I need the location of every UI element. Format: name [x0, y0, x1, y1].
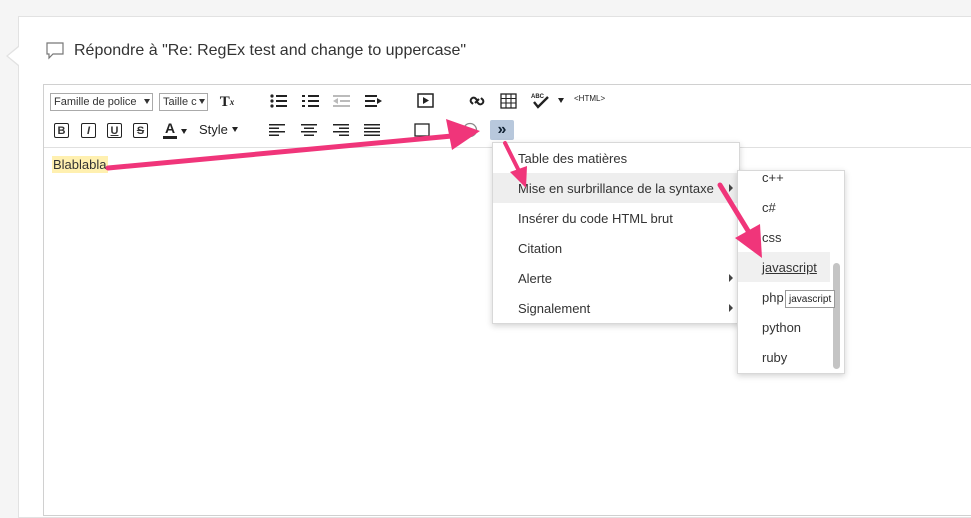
align-left-icon[interactable]	[269, 124, 285, 136]
text-color-swatch	[163, 136, 177, 139]
menu-item-table-of-contents[interactable]: Table des matières	[493, 143, 739, 173]
style-dropdown[interactable]: Style	[199, 122, 238, 137]
clear-format-button[interactable]: Tx	[218, 93, 236, 111]
style-label: Style	[199, 122, 228, 137]
chevron-right-icon	[729, 184, 733, 192]
insert-video-icon[interactable]	[417, 93, 434, 108]
language-label: python	[762, 319, 802, 335]
menu-item-label: Signalement	[518, 300, 591, 316]
chevron-right-icon	[729, 274, 733, 282]
italic-button[interactable]: I	[81, 123, 96, 138]
card-notch-inner	[8, 47, 19, 65]
align-right-icon[interactable]	[333, 124, 349, 136]
emoji-icon[interactable]	[462, 122, 478, 138]
font-family-label: Famille de police	[54, 96, 137, 108]
font-size-label: Taille c	[163, 96, 197, 108]
bullet-list-icon[interactable]	[270, 94, 288, 108]
svg-text:ABC: ABC	[531, 94, 545, 100]
chevron-down-icon	[231, 127, 238, 132]
align-justify-icon[interactable]	[364, 124, 380, 136]
chevron-down-icon	[199, 99, 205, 104]
html-source-button[interactable]: <HTML>	[574, 94, 605, 103]
menu-item-report[interactable]: Signalement	[493, 293, 739, 323]
spellcheck-button[interactable]: ABC	[530, 91, 550, 109]
language-label: javascript	[762, 259, 817, 275]
menu-item-alert[interactable]: Alerte	[493, 263, 739, 293]
menu-item-syntax-highlight[interactable]: Mise en surbrillance de la syntaxe	[493, 173, 739, 203]
align-center-icon[interactable]	[301, 124, 317, 136]
editor-content[interactable]: Blablabla	[52, 156, 108, 173]
reply-title: Répondre à "Re: RegEx test and change to…	[74, 42, 467, 59]
font-family-select[interactable]: Famille de police	[50, 93, 153, 111]
spellcheck-dropdown-icon[interactable]	[558, 98, 564, 103]
bold-label: B	[57, 124, 66, 137]
double-chevron-right-icon: »	[497, 121, 507, 138]
menu-item-quote[interactable]: Citation	[493, 233, 739, 263]
html-source-label: <HTML>	[574, 94, 606, 103]
chevron-right-icon	[729, 304, 733, 312]
language-item-css[interactable]: css	[738, 222, 830, 252]
italic-label: I	[86, 124, 91, 137]
menu-item-label: Citation	[518, 240, 563, 256]
clear-format-icon: T	[219, 93, 230, 110]
language-item-ruby[interactable]: ruby	[738, 342, 830, 372]
indent-icon[interactable]	[365, 94, 383, 108]
underline-button[interactable]: U	[107, 123, 122, 138]
tooltip: javascript	[785, 290, 836, 308]
menu-item-label: Insérer du code HTML brut	[518, 210, 673, 226]
insert-menu: Table des matières Mise en surbrillance …	[492, 142, 740, 324]
strikethrough-button[interactable]: S	[133, 123, 148, 138]
menu-item-label: Mise en surbrillance de la syntaxe	[518, 180, 714, 196]
language-item-javascript[interactable]: javascript	[738, 252, 830, 282]
text-color-dropdown-icon[interactable]	[181, 129, 187, 134]
underline-label: U	[110, 124, 119, 137]
link-icon[interactable]	[469, 94, 485, 108]
submenu-scrollbar[interactable]	[833, 263, 840, 369]
highlighted-text: Blablabla	[52, 156, 108, 173]
text-color-icon: A	[164, 120, 176, 136]
font-size-select[interactable]: Taille c	[159, 93, 208, 111]
tooltip-text: javascript	[789, 293, 832, 305]
language-label: css	[762, 229, 782, 245]
menu-item-label: Table des matières	[518, 150, 628, 166]
insert-image-icon[interactable]	[414, 123, 430, 137]
reply-header: Répondre à "Re: RegEx test and change to…	[46, 42, 466, 60]
language-submenu[interactable]: c++ c# css javascript php python ruby	[737, 170, 845, 374]
text-color-button[interactable]: A	[162, 119, 178, 141]
comment-icon	[46, 42, 64, 60]
language-label: c++	[762, 170, 784, 185]
language-label: c#	[762, 199, 776, 215]
menu-item-raw-html[interactable]: Insérer du code HTML brut	[493, 203, 739, 233]
clear-format-sub: x	[229, 97, 235, 107]
chevron-down-icon	[144, 99, 150, 104]
language-label: ruby	[762, 349, 788, 365]
table-icon[interactable]	[500, 93, 517, 109]
language-item-cpp[interactable]: c++	[738, 170, 830, 192]
spellcheck-icon: ABC	[531, 94, 549, 109]
language-item-csharp[interactable]: c#	[738, 192, 830, 222]
language-label: php	[762, 289, 784, 305]
more-options-button[interactable]: »	[490, 120, 514, 140]
menu-item-label: Alerte	[518, 270, 552, 286]
bold-button[interactable]: B	[54, 123, 69, 138]
language-item-python[interactable]: python	[738, 312, 830, 342]
strikethrough-label: S	[136, 124, 145, 137]
outdent-icon[interactable]	[333, 94, 351, 108]
numbered-list-icon[interactable]	[302, 94, 320, 108]
